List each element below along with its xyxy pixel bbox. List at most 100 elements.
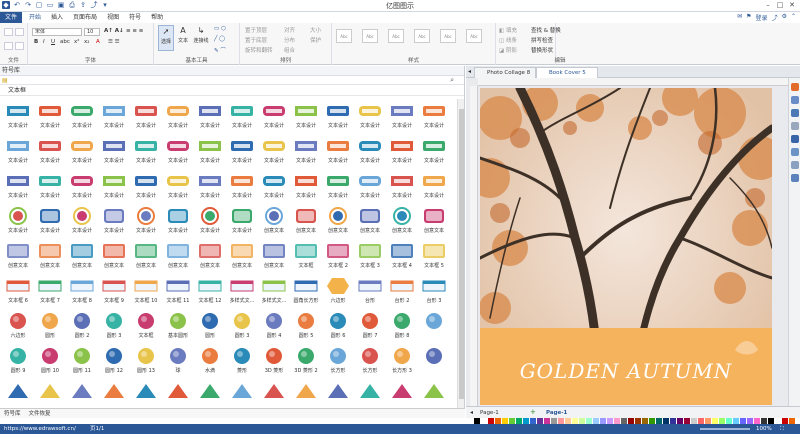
library-search-icon[interactable]: ⌕ bbox=[450, 76, 454, 85]
library-shape[interactable]: 文本设计 bbox=[354, 169, 386, 203]
library-shape[interactable]: 文本设计 bbox=[34, 169, 66, 203]
library-shape[interactable]: 文本设计 bbox=[354, 99, 386, 133]
zoom-slider[interactable] bbox=[700, 428, 750, 430]
library-shape[interactable]: 文本设计 bbox=[162, 204, 194, 238]
library-shape[interactable]: 文本设计 bbox=[130, 169, 162, 203]
shape-tools-icons[interactable]: ▭ ⬡ bbox=[214, 26, 226, 32]
library-shape[interactable]: 文本设计 bbox=[162, 169, 194, 203]
font-name-select[interactable]: 宋体 bbox=[32, 28, 82, 36]
library-shape[interactable]: 文本设计 bbox=[66, 169, 98, 203]
line-tools-icons[interactable]: ╱ ◯ bbox=[214, 36, 225, 42]
library-shape[interactable]: 创意文本 bbox=[34, 239, 66, 273]
library-shape[interactable]: 创意文本 bbox=[226, 239, 258, 273]
book-cover-page[interactable]: GOLDEN AUTUMN bbox=[480, 88, 772, 405]
menu-insert[interactable]: 插入 bbox=[46, 12, 68, 23]
library-shape[interactable]: 圆形 9 bbox=[2, 344, 34, 378]
library-shape[interactable]: 文本框 10 bbox=[130, 274, 162, 308]
library-shape[interactable]: 文本框 3 bbox=[354, 239, 386, 273]
page-tab-1[interactable]: Page-1 bbox=[480, 408, 499, 418]
library-shape[interactable]: 圆形 7 bbox=[354, 309, 386, 343]
library-shape[interactable]: 圆形 2 bbox=[66, 309, 98, 343]
library-search[interactable]: ▤ ⌕ bbox=[0, 76, 464, 85]
select-tool-button[interactable]: ➚ 选择 bbox=[158, 25, 174, 51]
library-shape[interactable] bbox=[418, 344, 450, 378]
library-shape[interactable]: 文本设计 bbox=[322, 169, 354, 203]
library-shape[interactable]: 文本设计 bbox=[194, 134, 226, 168]
library-shape[interactable]: 文本设计 bbox=[418, 169, 450, 203]
library-shape[interactable]: 文本框 9 bbox=[98, 274, 130, 308]
italic-icon[interactable]: I bbox=[43, 39, 45, 45]
tabs-nav-icon[interactable]: ◂ bbox=[468, 68, 471, 75]
library-shape[interactable]: 文本设计 bbox=[162, 134, 194, 168]
library-shape[interactable]: 文本框 11 bbox=[162, 274, 194, 308]
style-swatch-5[interactable]: Abc bbox=[440, 29, 456, 43]
style-swatch-6[interactable]: Abc bbox=[466, 29, 482, 43]
share-icon[interactable]: ⤴ bbox=[772, 13, 778, 22]
text-tool-button[interactable]: A 文本 bbox=[176, 25, 190, 51]
help-icon[interactable] bbox=[790, 174, 799, 182]
library-shape[interactable]: 文本设计 bbox=[98, 134, 130, 168]
library-shape[interactable]: 圆形 10 bbox=[34, 344, 66, 378]
library-shape[interactable] bbox=[418, 309, 450, 343]
line-button[interactable]: ◫ 线条 bbox=[499, 36, 517, 44]
library-shape[interactable]: 圆形 bbox=[34, 309, 66, 343]
library-shape[interactable]: 文本设计 bbox=[258, 99, 290, 133]
library-shape[interactable]: 文本设计 bbox=[258, 169, 290, 203]
library-shape[interactable]: 文本设计 bbox=[258, 134, 290, 168]
library-shape[interactable]: 水滴 bbox=[194, 344, 226, 378]
library-shape[interactable]: 文本设计 bbox=[2, 204, 34, 238]
connector-tool-button[interactable]: ↳ 连接线 bbox=[192, 25, 210, 51]
collapse-ribbon-icon[interactable]: ⌃ bbox=[791, 13, 796, 22]
library-shape[interactable]: 文本框 12 bbox=[194, 274, 226, 308]
library-shape[interactable]: 六边形 bbox=[2, 309, 34, 343]
library-shape[interactable]: 文本设计 bbox=[386, 169, 418, 203]
underline-icon[interactable]: U bbox=[51, 39, 55, 45]
pen-tools-icons[interactable]: ✎ ⌒ bbox=[214, 46, 226, 54]
library-shape[interactable]: 文本设计 bbox=[418, 99, 450, 133]
page-tab-2[interactable]: Page-1 bbox=[546, 408, 567, 418]
library-shape[interactable]: 3D 菱形 2 bbox=[290, 344, 322, 378]
library-shape[interactable]: 圆形 6 bbox=[322, 309, 354, 343]
library-shape[interactable]: 台形 2 bbox=[386, 274, 418, 308]
library-shape[interactable]: 文本设计 bbox=[130, 134, 162, 168]
library-shape[interactable]: 文本框 4 bbox=[386, 239, 418, 273]
library-shape[interactable]: 圆形 12 bbox=[98, 344, 130, 378]
library-shape[interactable]: 文本设计 bbox=[194, 99, 226, 133]
history-icon[interactable] bbox=[790, 161, 799, 169]
library-shape[interactable]: 圆形 8 bbox=[386, 309, 418, 343]
menu-help[interactable]: 帮助 bbox=[146, 12, 168, 23]
spell-check-button[interactable]: 拼写检查 bbox=[531, 36, 553, 44]
library-shape[interactable]: 文本设计 bbox=[34, 99, 66, 133]
distribute-button[interactable]: 分布 bbox=[284, 36, 295, 44]
library-shape[interactable]: 多样式文... bbox=[258, 274, 290, 308]
group-button[interactable]: 组合 bbox=[284, 46, 295, 54]
login-link[interactable]: 登录 bbox=[756, 13, 768, 22]
list-icons[interactable]: ☰ ☰ bbox=[108, 39, 120, 45]
library-shape[interactable]: 文本框 8 bbox=[66, 274, 98, 308]
page-icon[interactable] bbox=[790, 122, 799, 130]
library-shape[interactable]: 文本框 6 bbox=[2, 274, 34, 308]
size-button[interactable]: 大小 bbox=[310, 26, 321, 34]
library-shape[interactable]: 长方形 bbox=[354, 344, 386, 378]
font-size-select[interactable]: 10 bbox=[84, 28, 100, 36]
library-shape[interactable]: 文本设计 bbox=[130, 99, 162, 133]
library-shape[interactable]: 3D 菱形 bbox=[258, 344, 290, 378]
comment-icon[interactable] bbox=[790, 148, 799, 156]
style-swatch-2[interactable]: Abc bbox=[362, 29, 378, 43]
library-shape[interactable]: 菱形 bbox=[226, 344, 258, 378]
library-scrollbar[interactable] bbox=[457, 99, 464, 411]
align-icons[interactable]: ≡ ≡ ≡ bbox=[126, 28, 143, 34]
library-shape[interactable]: 文本设计 bbox=[162, 99, 194, 133]
library-shape[interactable]: 文本设计 bbox=[194, 169, 226, 203]
layers-icon[interactable] bbox=[790, 109, 799, 117]
tab-book-cover[interactable]: Book Cover 5 bbox=[536, 67, 598, 78]
font-grow-icon[interactable]: A↑ A↓ bbox=[104, 28, 124, 34]
library-shape[interactable]: 文本设计 bbox=[226, 134, 258, 168]
library-shape[interactable]: 文本设计 bbox=[2, 134, 34, 168]
library-shape[interactable]: 文本框 bbox=[290, 239, 322, 273]
library-shape[interactable]: 创意文本 bbox=[354, 204, 386, 238]
rotate-flip-button[interactable]: 旋转和翻转 bbox=[245, 46, 273, 54]
bold-icon[interactable]: B bbox=[34, 39, 38, 45]
shadow-button[interactable]: ◪ 阴影 bbox=[499, 46, 517, 54]
library-shape[interactable]: 文本设计 bbox=[226, 99, 258, 133]
